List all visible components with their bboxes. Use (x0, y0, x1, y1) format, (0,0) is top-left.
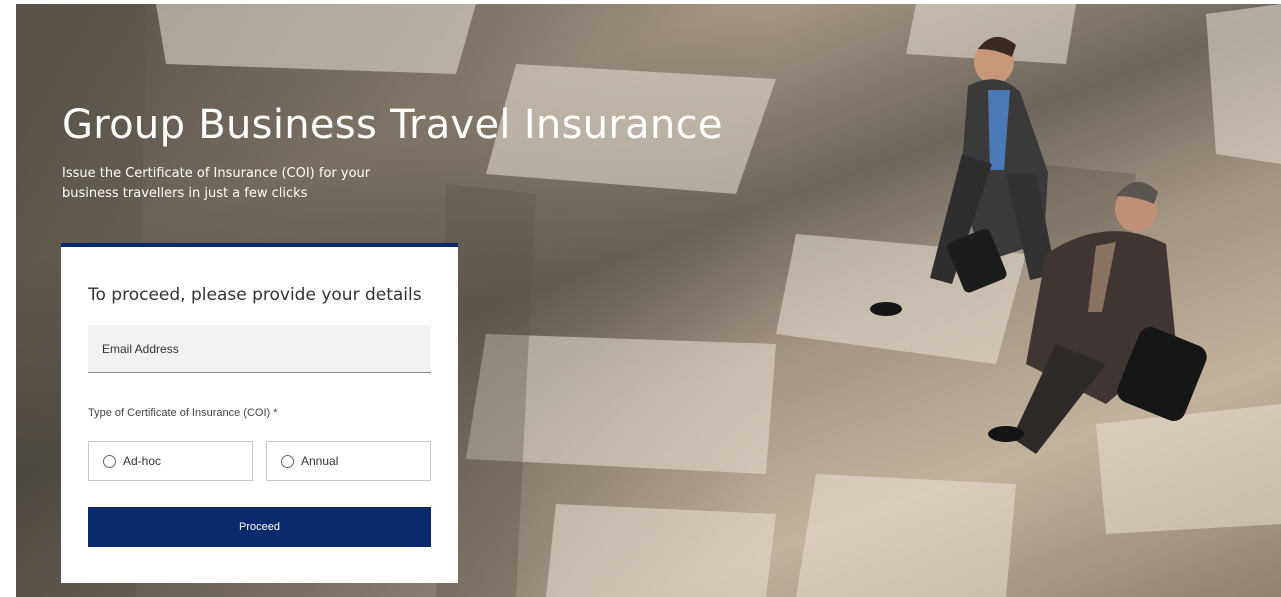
radio-unchecked-icon[interactable] (103, 454, 116, 468)
radio-option-annual[interactable]: Annual (266, 441, 431, 481)
radio-label-adhoc: Ad-hoc (123, 454, 162, 468)
radio-option-adhoc[interactable]: Ad-hoc (88, 441, 253, 481)
details-form-card: To proceed, please provide your details … (61, 243, 458, 583)
page-subtitle: Issue the Certificate of Insurance (COI)… (62, 166, 371, 201)
coi-type-label: Type of Certificate of Insurance (COI) * (88, 407, 278, 419)
page-title: Group Business Travel Insurance (62, 102, 723, 148)
radio-unchecked-icon[interactable] (281, 454, 294, 468)
radio-label-annual: Annual (301, 454, 339, 468)
email-field[interactable] (88, 325, 431, 373)
proceed-button[interactable]: Proceed (88, 507, 431, 547)
form-heading: To proceed, please provide your details (88, 285, 422, 305)
